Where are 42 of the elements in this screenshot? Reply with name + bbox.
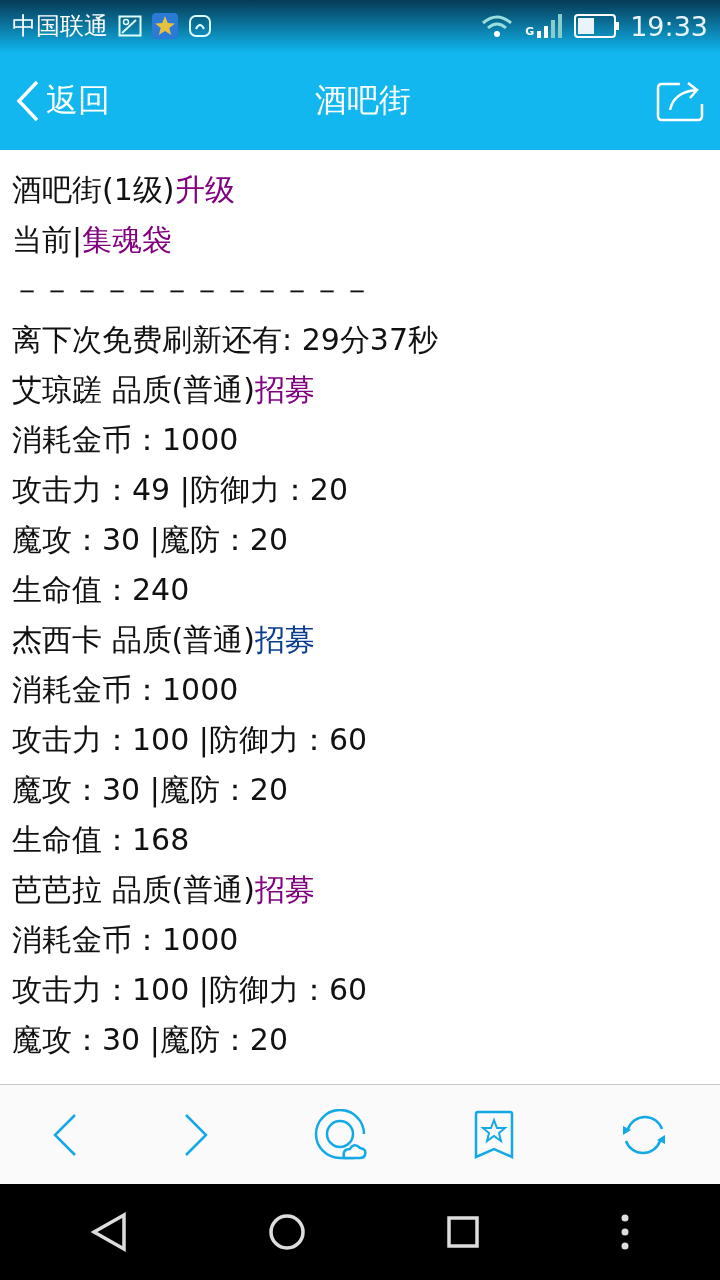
text-line: 攻击力：100 |防御力：60: [12, 971, 369, 1010]
text-line: 消耗金币：1000: [12, 921, 240, 959]
more-icon[interactable]: [621, 1214, 629, 1250]
text-link[interactable]: 招募: [254, 872, 315, 907]
app-icon: [188, 14, 212, 38]
text-line: 芭芭拉 品质(普通)招募: [12, 871, 316, 909]
page-title: 酒吧街: [314, 80, 412, 121]
recents-nav-icon[interactable]: [447, 1216, 479, 1248]
text-link[interactable]: 招募: [254, 622, 315, 657]
back-nav-icon[interactable]: [91, 1212, 127, 1252]
star-app-icon: [152, 13, 178, 39]
forward-icon[interactable]: [183, 1112, 210, 1157]
text-line: 消耗金币：1000: [12, 421, 240, 459]
text-line: 生命值：168: [12, 821, 191, 859]
browser-home-icon[interactable]: [314, 1108, 368, 1161]
text-line: －－－－－－－－－－－－: [12, 271, 373, 309]
bookmark-star-icon[interactable]: [472, 1109, 515, 1160]
share-icon[interactable]: [656, 80, 704, 122]
picture-icon: [118, 15, 142, 37]
text-line: 消耗金币：1000: [12, 671, 240, 709]
network-type: G: [525, 25, 535, 38]
signal-icon: [536, 14, 565, 38]
clock: 19:33: [630, 10, 708, 42]
text-link[interactable]: 集魂袋: [82, 222, 173, 257]
text-link[interactable]: 招募: [254, 372, 315, 407]
chevron-left-icon: [16, 80, 40, 122]
text-line: 离下次免费刷新还有: 29分37秒: [12, 321, 439, 359]
text-line: 杰西卡 品质(普通)招募: [12, 621, 316, 659]
text-line: 魔攻：30 |魔防：20: [12, 771, 289, 810]
home-nav-icon[interactable]: [269, 1214, 305, 1250]
text-line: 攻击力：49 |防御力：20: [12, 471, 349, 510]
text-line: 生命值：240: [12, 571, 191, 609]
carrier-name: 中国联通: [12, 11, 108, 42]
text-line: 当前|集魂袋: [12, 221, 174, 260]
text-line: 艾琼蹉 品质(普通)招募: [12, 371, 316, 409]
back-icon[interactable]: [52, 1112, 79, 1157]
text-line: 攻击力：100 |防御力：60: [12, 721, 369, 760]
text-line: 魔攻：30 |魔防：20: [12, 1021, 289, 1060]
text-line: 酒吧街(1级)升级: [12, 171, 236, 209]
text-line: 魔攻：30 |魔防：20: [12, 521, 289, 560]
text-link[interactable]: 升级: [174, 172, 235, 207]
battery-icon: [574, 14, 621, 38]
